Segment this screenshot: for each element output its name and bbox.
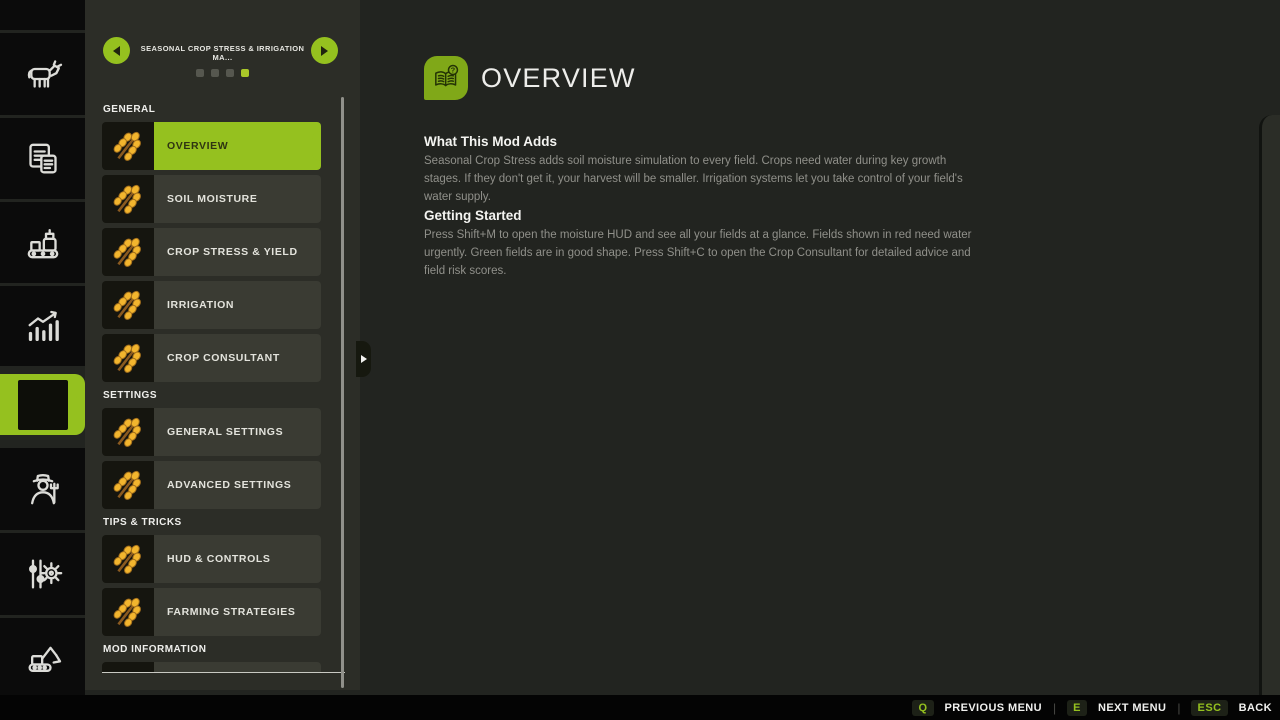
next-menu-hint[interactable]: NEXT MENU [1098,702,1166,714]
sidebar-scrollbar[interactable] [341,97,344,688]
sidebar-item-soil-moisture[interactable]: SOIL MOISTURE [102,175,321,223]
statistics-icon [23,306,63,346]
wheat-icon [102,281,154,329]
section-header-mod-information: MOD INFORMATION [103,644,321,655]
sidebar-item-label: OVERVIEW [167,140,228,152]
wheat-icon [102,228,154,276]
separator: | [1177,701,1180,715]
sidebar-item-advanced-settings[interactable]: ADVANCED SETTINGS [102,461,321,509]
list-bottom-divider [102,672,345,673]
selected-item-bump [312,131,321,161]
sidebar-item-label: CROP CONSULTANT [167,352,280,364]
rail-tab-production[interactable] [0,202,85,283]
content-scroll-track[interactable] [1259,115,1280,695]
next-category-button[interactable] [311,37,338,64]
sidebar-topic-list: GENERAL OVERVIEW SOIL MOISTURE CROP STRE… [102,100,321,673]
back-hint[interactable]: BACK [1239,702,1272,714]
section-header-settings: SETTINGS [103,390,321,401]
help-menu-screen: SEASONAL CROP STRESS & IRRIGATION MA... … [0,0,1280,720]
tuning-icon [23,554,63,594]
sidebar-expand-handle[interactable] [356,341,371,377]
contracts-icon [23,139,63,179]
wheat-icon [102,408,154,456]
rail-tab-mod-help-selected[interactable] [0,374,85,435]
character-icon [23,469,63,509]
key-e-badge: E [1067,700,1087,716]
section-header-general: GENERAL [103,104,321,115]
help-sidebar: SEASONAL CROP STRESS & IRRIGATION MA... … [85,0,360,690]
wheat-icon [102,588,154,636]
rail-tab-animals[interactable] [0,33,85,115]
section-heading-getting-started: Getting Started [424,208,994,223]
previous-menu-hint[interactable]: PREVIOUS MENU [945,702,1043,714]
sidebar-item-label: IRRIGATION [167,299,234,311]
mod-help-icon [18,380,68,430]
arrow-right-icon [321,46,328,56]
pagination-dots [85,69,360,77]
sidebar-category-title: SEASONAL CROP STRESS & IRRIGATION MA... [135,44,310,62]
pagination-dot [196,69,204,77]
section-body-what-this-mod-adds: Seasonal Crop Stress adds soil moisture … [424,153,984,206]
sidebar-item-label: FARMING STRATEGIES [167,606,295,618]
wheat-icon [102,461,154,509]
page-title: OVERVIEW [481,56,636,100]
section-header-tips-tricks: TIPS & TRICKS [103,517,321,528]
sidebar-item-hud-controls[interactable]: HUD & CONTROLS [102,535,321,583]
animals-icon [23,54,63,94]
construction-icon [23,637,63,677]
rail-tab-character[interactable] [0,448,85,530]
key-q-badge: Q [912,700,933,716]
section-body-getting-started: Press Shift+M to open the moisture HUD a… [424,227,984,280]
rail-tab-statistics[interactable] [0,286,85,366]
pagination-dot [211,69,219,77]
sidebar-item-crop-consultant[interactable]: CROP CONSULTANT [102,334,321,382]
pagination-dot [226,69,234,77]
footer-hint-bar: Q PREVIOUS MENU | E NEXT MENU | ESC BACK [0,695,1280,720]
rail-tab-construction[interactable] [0,618,85,695]
sidebar-item-irrigation[interactable]: IRRIGATION [102,281,321,329]
map-icon [23,0,63,9]
sidebar-item-label: GENERAL SETTINGS [167,426,283,438]
sidebar-item-general-settings[interactable]: GENERAL SETTINGS [102,408,321,456]
rail-tab-contracts[interactable] [0,118,85,199]
separator: | [1053,701,1056,715]
arrow-left-icon [113,46,120,56]
sidebar-item-overview[interactable]: OVERVIEW [102,122,321,170]
pagination-dot-active [241,69,249,77]
sidebar-item-label: CROP STRESS & YIELD [167,246,298,258]
sidebar-item-crop-stress-yield[interactable]: CROP STRESS & YIELD [102,228,321,276]
rail-tab-map[interactable] [0,0,85,30]
rail-tab-tuning[interactable] [0,533,85,615]
sidebar-item-label: HUD & CONTROLS [167,553,270,565]
prev-category-button[interactable] [103,37,130,64]
key-esc-badge: ESC [1191,700,1227,716]
wheat-icon [102,175,154,223]
wheat-icon [102,122,154,170]
expand-arrow-icon [361,355,367,363]
sidebar-item-label: SOIL MOISTURE [167,193,257,205]
sidebar-item-label: ADVANCED SETTINGS [167,479,291,491]
wheat-icon [102,334,154,382]
production-icon [23,223,63,263]
section-heading-what-this-mod-adds: What This Mod Adds [424,134,994,149]
help-book-icon [424,56,468,100]
sidebar-item-farming-strategies[interactable]: FARMING STRATEGIES [102,588,321,636]
left-icon-rail [0,0,85,695]
wheat-icon [102,535,154,583]
